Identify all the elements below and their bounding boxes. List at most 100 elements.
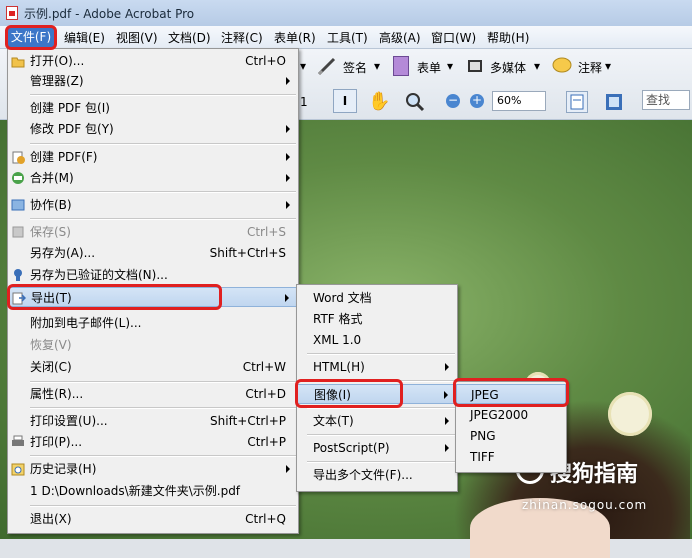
- history-icon: [11, 463, 25, 476]
- submenu-arrow-icon: [445, 417, 449, 425]
- menu-item-organizer[interactable]: 管理器(Z): [8, 71, 298, 91]
- menu-separator: [307, 461, 455, 463]
- sign-dropdown-icon[interactable]: ▾: [374, 59, 380, 73]
- submenu-arrow-icon: [285, 294, 289, 302]
- form-dropdown-icon[interactable]: ▾: [447, 59, 453, 73]
- menu-separator: [30, 455, 296, 457]
- annotation-box-export: [7, 284, 222, 310]
- window-title: 示例.pdf - Adobe Acrobat Pro: [24, 7, 195, 21]
- submenu-arrow-icon: [286, 465, 290, 473]
- select-tool-icon[interactable]: I: [333, 89, 357, 113]
- menu-separator: [307, 434, 455, 436]
- menu-advanced[interactable]: 高级(A): [379, 29, 421, 46]
- menu-item-save-as-certified[interactable]: 另存为已验证的文档(N)...: [8, 265, 298, 285]
- comment-button[interactable]: 注释: [578, 59, 602, 76]
- sign-button[interactable]: 签名: [343, 59, 367, 76]
- collaborate-icon: [11, 199, 25, 211]
- zoom-tool-icon[interactable]: [404, 91, 426, 113]
- menu-bar: 编辑(E) 视图(V) 文档(D) 注释(C) 表单(R) 工具(T) 高级(A…: [0, 26, 692, 49]
- export-item-xml[interactable]: XML 1.0: [297, 330, 457, 350]
- multimedia-dropdown-icon[interactable]: ▾: [534, 59, 540, 73]
- annotation-box-jpeg: [453, 378, 569, 407]
- zoom-level-input[interactable]: 60%: [492, 91, 546, 111]
- menu-item-modify-pdf-package[interactable]: 修改 PDF 包(Y): [8, 119, 298, 139]
- page-number[interactable]: 1: [300, 95, 308, 109]
- menu-item-collaborate[interactable]: 协作(B): [8, 195, 298, 215]
- annotation-box-image: [295, 379, 403, 408]
- form-icon: [393, 56, 409, 76]
- menu-forms[interactable]: 表单(R): [274, 29, 316, 46]
- menu-view[interactable]: 视图(V): [116, 29, 158, 46]
- image-item-jpeg2000[interactable]: JPEG2000: [456, 405, 566, 425]
- export-item-word[interactable]: Word 文档: [297, 288, 457, 308]
- image-item-tiff[interactable]: TIFF: [456, 447, 566, 467]
- submenu-arrow-icon: [286, 174, 290, 182]
- menu-document[interactable]: 文档(D): [168, 29, 211, 46]
- hand-tool-icon[interactable]: ✋: [368, 91, 390, 112]
- submenu-arrow-icon: [286, 125, 290, 133]
- export-item-multiple-files[interactable]: 导出多个文件(F)...: [297, 465, 457, 485]
- export-item-text[interactable]: 文本(T): [297, 411, 457, 431]
- menu-separator: [30, 381, 296, 383]
- search-input[interactable]: 查找: [642, 90, 690, 110]
- acrobat-icon: [6, 6, 18, 20]
- menu-item-exit[interactable]: 退出(X) Ctrl+Q: [8, 509, 298, 529]
- submenu-arrow-icon: [445, 444, 449, 452]
- title-bar: 示例.pdf - Adobe Acrobat Pro: [0, 0, 692, 27]
- menu-item-print[interactable]: 打印(P)... Ctrl+P: [8, 432, 298, 452]
- menu-item-recent-file[interactable]: 1 D:\Downloads\新建文件夹\示例.pdf: [8, 481, 298, 501]
- comment-dropdown-icon[interactable]: ▾: [605, 59, 611, 73]
- submenu-arrow-icon: [445, 363, 449, 371]
- menu-item-print-setup[interactable]: 打印设置(U)... Shift+Ctrl+P: [8, 411, 298, 431]
- menu-separator: [30, 143, 296, 145]
- menu-item-attach-email[interactable]: 附加到电子邮件(L)...: [8, 313, 298, 333]
- menu-item-revert: 恢复(V): [30, 338, 72, 352]
- multimedia-button[interactable]: 多媒体: [490, 59, 526, 76]
- pen-icon: [316, 56, 338, 76]
- annotation-box-file: [5, 25, 57, 50]
- image-item-png[interactable]: PNG: [456, 426, 566, 446]
- certified-icon: [14, 269, 22, 281]
- fit-page-icon[interactable]: [566, 91, 588, 113]
- menu-separator: [307, 353, 455, 355]
- menu-edit[interactable]: 编辑(E): [64, 29, 105, 46]
- menu-item-create-pdf[interactable]: 创建 PDF(F): [8, 147, 298, 167]
- submenu-arrow-icon: [444, 391, 448, 399]
- save-icon: [12, 226, 24, 238]
- export-item-rtf[interactable]: RTF 格式: [297, 309, 457, 329]
- comment-icon: [551, 56, 573, 76]
- menu-item-history[interactable]: 历史记录(H): [8, 459, 298, 479]
- submenu-arrow-icon: [286, 77, 290, 85]
- menu-separator: [30, 505, 296, 507]
- menu-item-close[interactable]: 关闭(C) Ctrl+W: [8, 357, 298, 377]
- export-item-postscript[interactable]: PostScript(P): [297, 438, 457, 458]
- multimedia-icon: [466, 56, 486, 76]
- menu-item-create-pdf-package[interactable]: 创建 PDF 包(I): [8, 98, 298, 118]
- print-icon: [12, 435, 24, 446]
- menu-separator: [30, 218, 296, 220]
- zoom-in-icon[interactable]: +: [470, 94, 484, 108]
- menu-item-open[interactable]: 打开(O)... Ctrl+O: [8, 51, 298, 71]
- menu-tools[interactable]: 工具(T): [327, 29, 368, 46]
- menu-window[interactable]: 窗口(W): [431, 29, 476, 46]
- menu-comment[interactable]: 注释(C): [221, 29, 263, 46]
- form-button[interactable]: 表单: [417, 59, 441, 76]
- hair-flower-right: [608, 392, 652, 436]
- submenu-arrow-icon: [286, 153, 290, 161]
- open-folder-icon: [11, 57, 25, 68]
- watermark-url: zhinan.sogou.com: [522, 498, 648, 512]
- zoom-out-icon[interactable]: −: [446, 94, 460, 108]
- menu-help[interactable]: 帮助(H): [487, 29, 529, 46]
- menu-item-combine[interactable]: 合并(M): [8, 168, 298, 188]
- export-item-html[interactable]: HTML(H): [297, 357, 457, 377]
- menu-item-save-as[interactable]: 另存为(A)... Shift+Ctrl+S: [8, 243, 298, 263]
- toolbar-overflow-arrow[interactable]: ▾: [300, 59, 306, 73]
- menu-item-properties[interactable]: 属性(R)... Ctrl+D: [8, 384, 298, 404]
- submenu-arrow-icon: [286, 201, 290, 209]
- full-screen-icon[interactable]: [603, 91, 625, 113]
- menu-separator: [30, 94, 296, 96]
- create-pdf-icon: [12, 151, 25, 164]
- combine-icon: [12, 172, 24, 184]
- menu-separator: [30, 191, 296, 193]
- menu-separator: [30, 407, 296, 409]
